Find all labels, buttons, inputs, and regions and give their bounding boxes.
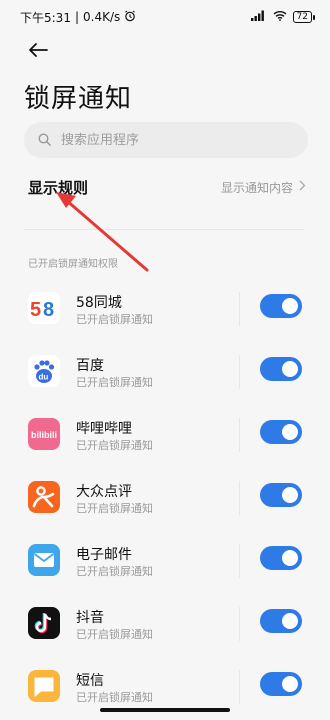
alarm-icon xyxy=(124,10,136,25)
lockscreen-notification-toggle[interactable] xyxy=(260,546,302,570)
display-rules-title: 显示规则 xyxy=(28,178,89,197)
app-name: 电子邮件 xyxy=(76,547,132,563)
app-list: 58 58同城 已开启锁屏通知 du 百度 已开启锁屏通知 bilibili 哔… xyxy=(0,278,330,719)
app-status: 已开启锁屏通知 xyxy=(76,565,153,578)
email-icon xyxy=(28,544,60,576)
section-divider xyxy=(24,229,304,230)
display-rules-value-group: 显示通知内容 xyxy=(221,179,306,196)
row-separator xyxy=(239,292,240,326)
svg-text:5: 5 xyxy=(30,299,41,321)
app-status: 已开启锁屏通知 xyxy=(76,691,153,704)
app-row-58[interactable]: 58 58同城 已开启锁屏通知 xyxy=(0,278,330,341)
app-name: 哔哩哔哩 xyxy=(76,421,132,437)
app-row-bilibili[interactable]: bilibili 哔哩哔哩 已开启锁屏通知 xyxy=(0,404,330,467)
display-rules-row[interactable]: 显示规则 显示通知内容 xyxy=(0,170,330,204)
search-input[interactable] xyxy=(59,131,283,149)
status-left: 下午5:31 | 0.4K/s xyxy=(20,9,136,26)
row-separator xyxy=(239,355,240,389)
back-arrow-icon xyxy=(28,42,48,62)
svg-text:bilibili: bilibili xyxy=(31,430,57,440)
search-icon xyxy=(38,131,51,150)
display-rules-value: 显示通知内容 xyxy=(220,180,293,195)
status-network-speed: 0.4K/s xyxy=(83,10,121,24)
app-row-douyin[interactable]: 抖音 已开启锁屏通知 xyxy=(0,593,330,656)
bilibili-icon: bilibili xyxy=(28,418,60,450)
lockscreen-notification-toggle[interactable] xyxy=(260,609,302,633)
lockscreen-notification-toggle[interactable] xyxy=(260,420,302,444)
row-separator xyxy=(239,418,240,452)
app-name: 大众点评 xyxy=(76,484,132,500)
page-title: 锁屏通知 xyxy=(24,84,133,114)
douyin-icon xyxy=(28,607,60,639)
app-name: 短信 xyxy=(76,673,104,689)
app-name: 百度 xyxy=(76,358,104,374)
status-right: 72 xyxy=(250,10,316,24)
status-separator: | xyxy=(74,10,79,24)
wifi-icon xyxy=(273,10,287,24)
app-row-email[interactable]: 电子邮件 已开启锁屏通知 xyxy=(0,530,330,593)
58-tongcheng-icon: 58 xyxy=(28,292,60,324)
toggle-knob xyxy=(282,361,298,377)
sms-icon xyxy=(28,670,60,702)
lockscreen-notification-toggle[interactable] xyxy=(260,357,302,381)
svg-text:du: du xyxy=(39,373,49,382)
dianping-icon xyxy=(28,481,60,513)
row-separator xyxy=(239,670,240,704)
status-time: 下午5:31 xyxy=(20,10,71,25)
row-separator xyxy=(239,481,240,515)
row-separator xyxy=(239,544,240,578)
home-indicator[interactable] xyxy=(100,708,230,712)
svg-text:8: 8 xyxy=(43,299,54,321)
app-name: 58同城 xyxy=(76,295,122,311)
section-label: 已开启锁屏通知权限 xyxy=(28,259,118,270)
toggle-knob xyxy=(282,550,298,566)
toggle-knob xyxy=(282,613,298,629)
app-row-baidu[interactable]: du 百度 已开启锁屏通知 xyxy=(0,341,330,404)
signal-icon xyxy=(250,10,267,24)
lockscreen-notification-toggle[interactable] xyxy=(260,672,302,696)
toggle-knob xyxy=(282,487,298,503)
battery-indicator: 72 xyxy=(292,11,316,23)
app-row-dianping[interactable]: 大众点评 已开启锁屏通知 xyxy=(0,467,330,530)
app-status: 已开启锁屏通知 xyxy=(76,376,153,389)
back-button[interactable] xyxy=(26,40,50,64)
lockscreen-notification-toggle[interactable] xyxy=(260,294,302,318)
app-name: 抖音 xyxy=(76,610,104,626)
app-status: 已开启锁屏通知 xyxy=(76,439,153,452)
app-status: 已开启锁屏通知 xyxy=(76,628,153,641)
toggle-knob xyxy=(282,676,298,692)
toggle-knob xyxy=(282,298,298,314)
app-status: 已开启锁屏通知 xyxy=(76,502,153,515)
baidu-icon: du xyxy=(28,355,60,387)
app-status: 已开启锁屏通知 xyxy=(76,313,153,326)
chevron-right-icon xyxy=(299,180,306,194)
toggle-knob xyxy=(282,424,298,440)
lockscreen-notification-toggle[interactable] xyxy=(260,483,302,507)
status-bar: 下午5:31 | 0.4K/s 72 xyxy=(0,0,330,34)
row-separator xyxy=(239,607,240,641)
search-bar[interactable] xyxy=(24,122,308,158)
